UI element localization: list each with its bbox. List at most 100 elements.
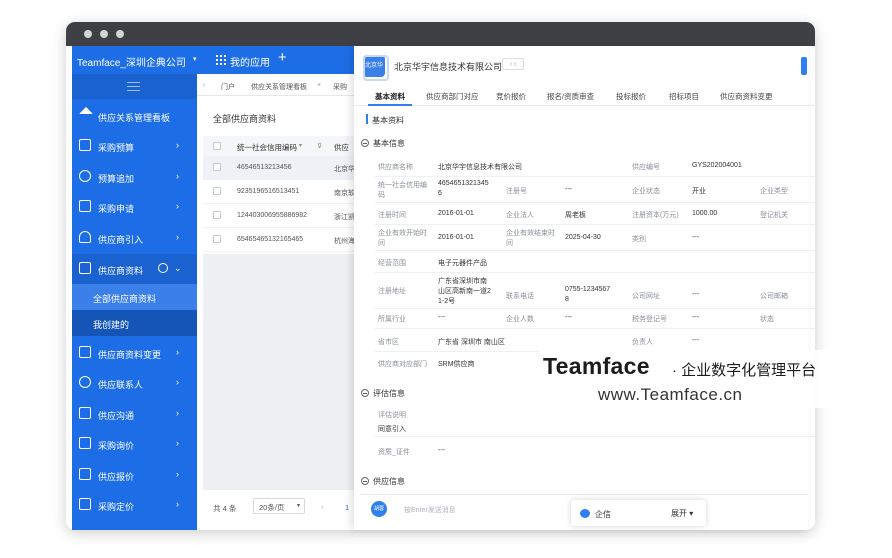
chevron-right-icon: ›	[176, 499, 179, 509]
row-checkbox[interactable]	[213, 187, 221, 195]
sidebar-item-supplier-data[interactable]: 供应商资料 ⌄	[72, 254, 197, 284]
section-label: 基本资料	[372, 116, 404, 125]
tab-portal[interactable]: 门户	[221, 82, 235, 92]
field-value: 8	[565, 296, 569, 303]
table-row[interactable]: 46546513213456 北京华	[203, 156, 356, 180]
tab-basic-info[interactable]: 基本资料	[375, 91, 405, 102]
sidebar-item-supplier-contacts[interactable]: 供应联系人 ›	[72, 368, 197, 398]
company-switcher[interactable]: Teamface_深圳企典公司	[77, 54, 186, 69]
tab-qualification[interactable]: 报名/资质审查	[547, 91, 594, 102]
qixin-widget[interactable]: 企信 展开 ▾	[571, 500, 706, 526]
table-row[interactable]: 92351965165134​51 南京软	[203, 180, 356, 204]
field-value: ---	[692, 234, 699, 241]
sidebar-item-supplier-communication[interactable]: 供应沟通 ›	[72, 399, 197, 429]
cell-credit-code: 46546513213456	[237, 164, 292, 171]
tab-dept-mapping[interactable]: 供应商部门对应	[426, 91, 479, 102]
field-label: 企业有效结束时	[506, 230, 555, 237]
sidebar-subitem-my-created[interactable]: 我创建的	[72, 310, 197, 336]
company-logo: 北京华宇	[363, 55, 389, 91]
sidebar-collapse[interactable]	[72, 74, 197, 99]
my-apps-link[interactable]: 我的应用	[230, 54, 270, 69]
chevron-down-icon: ⌄	[174, 263, 182, 273]
sort-icon[interactable]: ▾	[299, 142, 302, 149]
app-grid-icon[interactable]	[216, 55, 226, 65]
field-value: 4654651321345	[438, 180, 489, 187]
window-minimize-dot[interactable]	[100, 30, 108, 38]
row-checkbox[interactable]	[213, 211, 221, 219]
gear-icon[interactable]	[158, 263, 168, 273]
field-value: 山区高新南一道2	[438, 288, 491, 295]
sidebar-item-label: 采购询价	[98, 441, 135, 451]
sidebar-item-label: 供应商资料变更	[98, 350, 162, 360]
message-input[interactable]: 按Enter发送消息	[404, 505, 456, 515]
filter-icon[interactable]: ⊽	[317, 142, 322, 150]
cell-supplier-name: 北京华	[334, 166, 355, 173]
tab-bidding-quote[interactable]: 竞价报价	[496, 91, 526, 102]
divider	[374, 202, 815, 203]
row-checkbox[interactable]	[213, 163, 221, 171]
tab-data-change[interactable]: 供应商资料变更	[720, 91, 773, 102]
window-close-dot[interactable]	[84, 30, 92, 38]
field-label: 所属行业	[378, 316, 406, 323]
sidebar-item-purchase-request[interactable]: 采购申请 ›	[72, 192, 197, 222]
field-label: 间	[506, 240, 513, 247]
row-checkbox[interactable]	[213, 235, 221, 243]
tab-tender-project[interactable]: 招标项目	[669, 91, 699, 102]
menu-icon[interactable]	[127, 82, 140, 91]
section-evaluation[interactable]: 评估信息	[361, 388, 405, 399]
side-handle[interactable]	[801, 57, 807, 75]
sidebar-item-inquiry[interactable]: 采购询价 ›	[72, 429, 197, 459]
sidebar-item-supplier-change[interactable]: 供应商资料变更 ›	[72, 338, 197, 368]
sidebar-subitem-all-suppliers[interactable]: 全部供应商资料	[72, 284, 197, 310]
add-icon[interactable]: +	[278, 49, 287, 66]
sidebar: 供应关系管理看板 采购预算 › 预算追加 › 采购申请 › 供应商引入 › 供应商资料 ⌄…	[72, 74, 197, 530]
field-label: 企业法人	[506, 212, 534, 219]
budget-icon	[79, 139, 91, 151]
field-label: 登记机关	[760, 212, 788, 219]
section-supply-info[interactable]: 供应信息	[361, 476, 405, 487]
cell-supplier-name: 南京软	[334, 190, 355, 197]
section-title: 评估信息	[373, 389, 405, 398]
sidebar-item-dashboard[interactable]: 供应关系管理看板	[72, 101, 197, 131]
sidebar-item-quotation[interactable]: 供应报价 ›	[72, 460, 197, 490]
tab-purchase[interactable]: 采购	[333, 82, 347, 92]
tab-close-icon[interactable]: ×	[317, 82, 321, 89]
prev-next-nav[interactable]: ‹ ›	[502, 58, 524, 70]
sidebar-item-budget[interactable]: 采购预算 ›	[72, 131, 197, 161]
window-zoom-dot[interactable]	[116, 30, 124, 38]
tab-tender-quote[interactable]: 投标报价	[616, 91, 646, 102]
table-row[interactable]: 124403006955886982 浙江凯	[203, 204, 356, 228]
profile-card-icon	[79, 262, 91, 274]
select-all-checkbox[interactable]	[213, 142, 221, 150]
page-number[interactable]: 1	[345, 503, 349, 512]
page-size-select[interactable]: 20条/页 ▾	[253, 498, 305, 514]
section-basic-info[interactable]: 基本信息	[361, 138, 405, 149]
expand-button[interactable]: 展开 ▾	[671, 508, 693, 519]
column-header-credit-code[interactable]: 统一社会信用编码	[237, 142, 297, 153]
collapse-icon[interactable]	[361, 389, 369, 397]
divider	[374, 436, 815, 437]
field-label: 类别	[632, 236, 646, 243]
avatar[interactable]: 胡蓉	[371, 501, 387, 517]
chevron-down-icon[interactable]: ▾	[193, 55, 197, 63]
divider	[374, 328, 815, 329]
sidebar-item-budget-add[interactable]: 预算追加 ›	[72, 162, 197, 192]
sidebar-item-supplier-intro[interactable]: 供应商引入 ›	[72, 223, 197, 253]
field-value: SRM供应商	[438, 361, 475, 368]
table-row[interactable]: 65465465132165465 杭州海	[203, 228, 356, 252]
field-value: 0755-1234567	[565, 286, 611, 293]
prev-page-button[interactable]: ‹	[321, 502, 324, 511]
company-name: 北京华宇信息技术有限公司	[394, 62, 503, 72]
chevron-right-icon: ›	[176, 171, 179, 181]
chevron-left-icon[interactable]: ‹	[203, 82, 205, 89]
collapse-icon[interactable]	[361, 139, 369, 147]
field-value: 6	[438, 190, 442, 197]
collapse-icon[interactable]	[361, 477, 369, 485]
section-marker	[366, 114, 368, 124]
field-label: 供应商对应部门	[378, 361, 427, 368]
sidebar-item-pricing[interactable]: 采购定价 ›	[72, 490, 197, 520]
chat-list-icon	[79, 407, 91, 419]
column-header-supplier[interactable]: 供应	[334, 142, 349, 153]
tab-dashboard[interactable]: 供应关系管理看板	[251, 82, 307, 92]
field-label: 统一社会信用编	[378, 182, 427, 189]
